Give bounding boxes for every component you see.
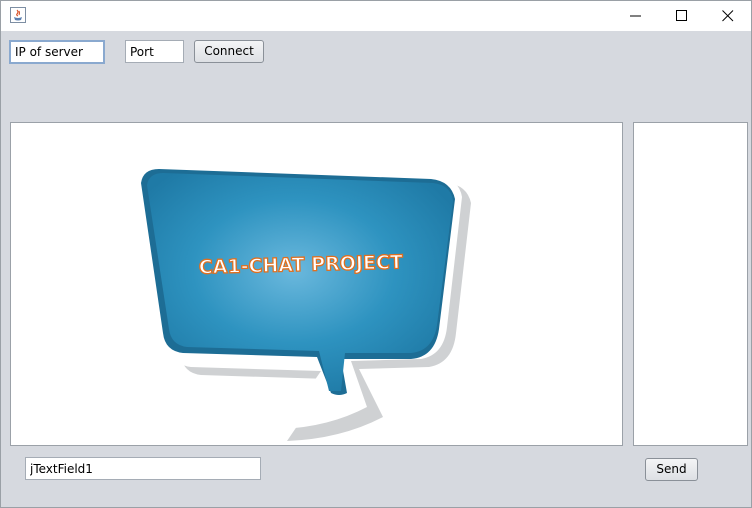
port-input[interactable] [125, 40, 184, 63]
minimize-button[interactable] [613, 1, 659, 31]
minimize-icon [630, 15, 641, 17]
connect-button[interactable]: Connect [194, 40, 264, 63]
java-app-icon [10, 7, 26, 23]
content-pane: Connect CA1-CHAT PR [1, 31, 751, 507]
maximize-icon [676, 10, 687, 21]
maximize-button[interactable] [659, 1, 705, 31]
app-window: Connect CA1-CHAT PR [0, 0, 752, 508]
message-input[interactable] [25, 457, 261, 480]
chat-logo-image: CA1-CHAT PROJECT [141, 167, 471, 441]
send-button[interactable]: Send [645, 458, 698, 481]
online-users-list[interactable] [633, 122, 748, 446]
close-button[interactable] [705, 1, 751, 31]
close-icon [722, 10, 734, 22]
title-bar[interactable] [1, 1, 751, 31]
server-ip-input[interactable] [9, 40, 105, 64]
chat-display-area: CA1-CHAT PROJECT [10, 122, 623, 446]
